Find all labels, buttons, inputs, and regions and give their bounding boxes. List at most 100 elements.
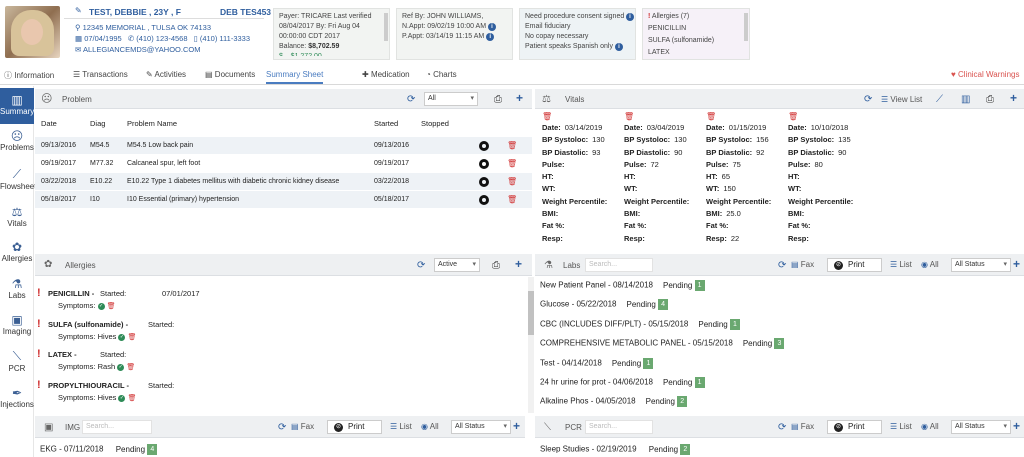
allergy-card-scrollbar[interactable] (744, 13, 748, 41)
all-toggle[interactable]: ◉ All (921, 422, 939, 431)
list-item[interactable]: 24 hr urine for prot - 04/06/2018 Pending… (540, 377, 705, 388)
labs-search-input[interactable]: Search... (585, 258, 653, 272)
pcr-status-select[interactable]: All Status (951, 420, 1011, 434)
tab-activities[interactable]: ✎ Activities (146, 70, 186, 79)
img-print-button[interactable]: ⊘ Print (327, 420, 382, 434)
stop-icon[interactable] (479, 195, 489, 205)
img-status-select[interactable]: All Status (451, 420, 511, 434)
all-toggle[interactable]: ◉ All (421, 422, 439, 431)
clinical-warnings-link[interactable]: ♥ Clinical Warnings (951, 70, 1019, 79)
refresh-icon[interactable]: ⟳ (778, 422, 786, 433)
check-icon[interactable]: ✓ (117, 363, 125, 371)
sidebar-item-labs[interactable]: ⚗ Labs (0, 274, 34, 306)
patient-name[interactable]: TEST, DEBBIE , 23Y , F (89, 7, 181, 17)
scrollbar[interactable] (528, 277, 534, 413)
count-badge[interactable]: 3 (774, 338, 785, 349)
fax-button[interactable]: ▤ Fax (791, 422, 814, 431)
labs-print-button[interactable]: ⊘ Print (827, 258, 882, 272)
add-icon[interactable]: + (513, 419, 520, 433)
count-badge[interactable]: 2 (680, 444, 691, 455)
list-toggle[interactable]: ☰ List (890, 422, 912, 431)
refresh-icon[interactable]: ⟳ (278, 422, 286, 433)
trash-icon[interactable]: 🗑 (128, 334, 137, 341)
email-text[interactable]: ALLEGIANCEMDS@YAHOO.COM (83, 45, 201, 54)
count-badge[interactable]: 4 (147, 444, 158, 455)
trash-icon[interactable]: 🗑 (624, 112, 689, 122)
count-badge[interactable]: 1 (694, 377, 705, 388)
edit-icon[interactable]: ✎ (75, 7, 82, 15)
info-icon[interactable]: i (614, 43, 623, 51)
tab-charts[interactable]: ◔ Charts (426, 70, 457, 79)
count-badge[interactable]: 1 (729, 319, 740, 330)
pcr-search-input[interactable]: Search... (585, 420, 653, 434)
trash-icon[interactable]: 🗑 (107, 303, 116, 310)
count-badge[interactable]: 1 (694, 280, 705, 291)
check-icon[interactable]: ✓ (118, 333, 126, 341)
info-icon[interactable]: i (626, 13, 634, 21)
sidebar-item-imaging[interactable]: ▣ Imaging (0, 310, 34, 342)
trash-icon[interactable]: 🗑 (788, 112, 853, 122)
print-icon[interactable]: ⎙ (986, 94, 994, 105)
trend-icon[interactable]: ⟋ (936, 94, 943, 105)
sidebar-item-summary[interactable]: ▥ Summary (0, 88, 34, 124)
sidebar-item-problems[interactable]: ☹ Problems (0, 126, 34, 158)
sidebar-item-flowsheet[interactable]: ⟋ Flowsheet (0, 164, 36, 196)
count-badge[interactable]: 1 (643, 358, 654, 369)
info-icon[interactable]: i (488, 23, 497, 31)
bar-chart-icon[interactable]: ▥ (961, 94, 970, 105)
fax-button[interactable]: ▤ Fax (791, 260, 814, 269)
list-toggle[interactable]: ☰ List (390, 422, 412, 431)
list-item[interactable]: COMPREHENSIVE METABOLIC PANEL - 05/15/20… (540, 338, 785, 349)
info-icon[interactable]: i (486, 33, 495, 41)
tab-summary-sheet[interactable]: Summary Sheet (266, 70, 324, 84)
stop-icon[interactable] (479, 159, 489, 169)
print-icon[interactable]: ⎙ (494, 94, 502, 105)
list-item[interactable]: CBC (INCLUDES DIFF/PLT) - 05/15/2018 Pend… (540, 319, 740, 330)
table-row[interactable]: 09/13/2016 M54.5 M54.5 Low back pain 09/… (35, 137, 532, 155)
list-item[interactable]: Alkaline Phos - 04/05/2018 Pending 2 (540, 396, 688, 407)
add-icon[interactable]: + (1013, 419, 1020, 433)
print-icon[interactable]: ⎙ (492, 260, 500, 271)
add-icon[interactable]: + (1010, 91, 1017, 105)
all-toggle[interactable]: ◉ All (921, 260, 939, 269)
tab-transactions[interactable]: ☰ Transactions (73, 70, 128, 79)
img-search-input[interactable]: Search... (82, 420, 152, 434)
table-row[interactable]: 05/18/2017 I10 I10 Essential (primary) h… (35, 191, 532, 209)
fax-button[interactable]: ▤ Fax (291, 422, 314, 431)
list-item[interactable]: New Patient Panel - 08/14/2018 Pending 1 (540, 280, 705, 291)
list-item[interactable]: EKG - 07/11/2018 Pending 4 (40, 444, 158, 455)
refresh-icon[interactable]: ⟳ (778, 260, 786, 271)
sidebar-item-allergies[interactable]: ✿ Allergies (0, 237, 34, 269)
sidebar-item-injections[interactable]: ✒ Injections (0, 383, 34, 415)
tab-documents[interactable]: ▤ Documents (205, 70, 255, 79)
patient-photo[interactable] (5, 6, 60, 58)
list-item[interactable]: Sleep Studies - 02/19/2019 Pending 2 (540, 444, 691, 455)
view-list-link[interactable]: ☰ View List (881, 95, 922, 104)
trash-icon[interactable]: 🗑 (128, 395, 137, 402)
scrollbar-thumb[interactable] (528, 291, 534, 335)
count-badge[interactable]: 2 (677, 396, 688, 407)
trash-icon[interactable]: 🗑 (507, 173, 517, 191)
table-row[interactable]: 03/22/2018 E10.22 E10.22 Type 1 diabetes… (35, 173, 532, 191)
stop-icon[interactable] (479, 141, 489, 151)
list-toggle[interactable]: ☰ List (890, 260, 912, 269)
trash-icon[interactable]: 🗑 (542, 112, 607, 122)
sidebar-item-pcr[interactable]: ⟍ PCR (0, 346, 34, 378)
add-icon[interactable]: + (1013, 257, 1020, 271)
pcr-print-button[interactable]: ⊘ Print (827, 420, 882, 434)
stop-icon[interactable] (479, 177, 489, 187)
refresh-icon[interactable]: ⟳ (417, 260, 425, 271)
add-icon[interactable]: + (516, 91, 523, 105)
list-item[interactable]: Glucose - 05/22/2018 Pending 4 (540, 299, 669, 310)
trash-icon[interactable]: 🗑 (507, 155, 517, 173)
trash-icon[interactable]: 🗑 (507, 191, 517, 209)
labs-status-select[interactable]: All Status (951, 258, 1011, 272)
trash-icon[interactable]: 🗑 (126, 364, 135, 371)
refresh-icon[interactable]: ⟳ (864, 94, 872, 105)
add-icon[interactable]: + (515, 257, 522, 271)
patient-email[interactable]: ✉ ALLEGIANCEMDS@YAHOO.COM (75, 45, 200, 54)
sidebar-item-vitals[interactable]: ⚖ Vitals (0, 202, 34, 234)
check-icon[interactable]: ✓ (97, 302, 105, 310)
problem-filter-select[interactable]: All (424, 92, 478, 106)
allergies-filter-select[interactable]: Active (434, 258, 480, 272)
